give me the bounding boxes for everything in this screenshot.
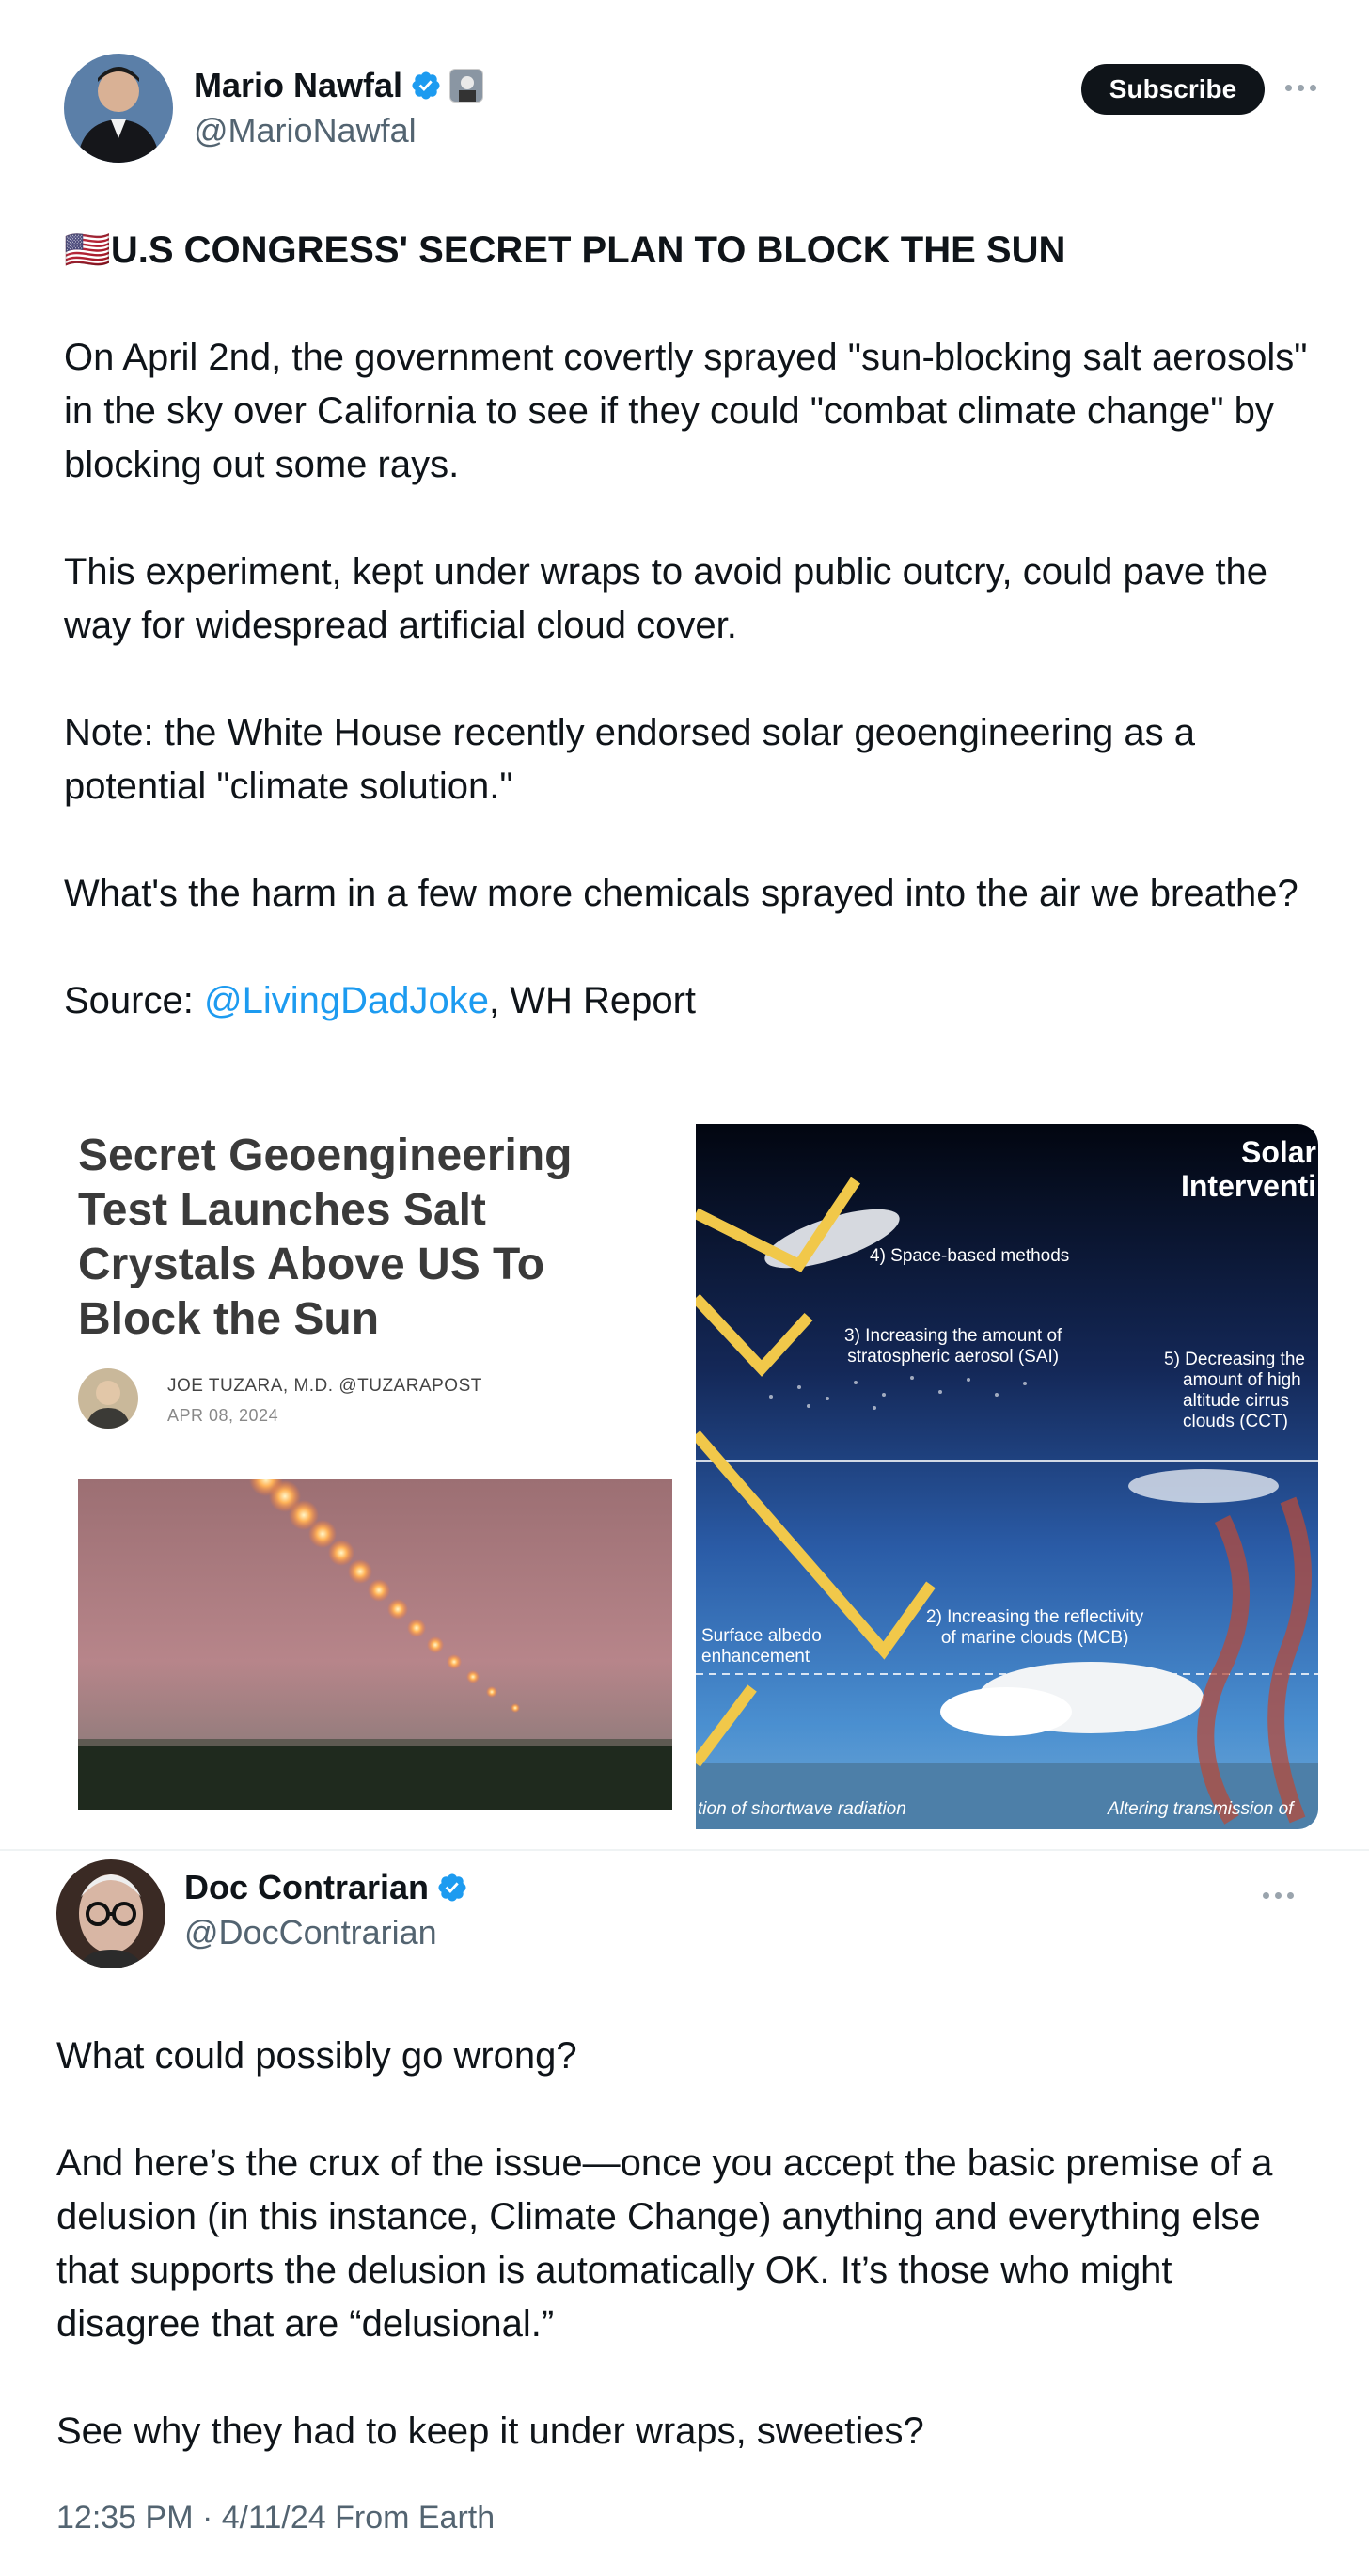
label-cct-line1: 5) Decreasing the [1164,1350,1305,1369]
label-albedo: Surface albedo enhancement [701,1626,822,1667]
avatar-mario-nawfal[interactable] [64,54,173,163]
label-space-based: 4) Space-based methods [870,1246,1070,1266]
label-cct-line3: altitude cirrus [1183,1391,1289,1411]
label-mcb-line2: of marine clouds (MCB) [940,1628,1129,1648]
media-article-screenshot[interactable]: Secret Geoengineering Test Launches Salt… [64,1124,675,1820]
label-sai-line1: 3) Increasing the amount of [844,1326,1062,1346]
label-bottom-right: Altering transmission of [1108,1799,1294,1819]
tweet-reply: Doc Contrarian @DocContrarian What could… [0,1851,1369,2576]
paragraph: What's the harm in a few more chemicals … [64,873,1298,914]
avatar-doc-contrarian[interactable] [56,1859,165,1968]
diagram-title-line1: Solar [1240,1135,1316,1169]
mention-link[interactable]: @LivingDadJoke [204,980,489,1021]
label-mcb-line1: 2) Increasing the reflectivity [926,1607,1144,1627]
author-name-row: Doc Contrarian [184,1868,468,1907]
paragraph: On April 2nd, the government covertly sp… [64,337,1308,485]
tweet-body: 🇺🇸U.S CONGRESS' SECRET PLAN TO BLOCK THE… [64,224,1324,1028]
label-cct: 5) Decreasing the amount of high altitud… [1164,1350,1305,1432]
subscribe-button[interactable]: Subscribe [1081,64,1265,115]
label-sai: 3) Increasing the amount of stratospheri… [844,1326,1062,1367]
source-prefix: Source: [64,980,204,1021]
verified-badge-icon [438,1873,466,1902]
paragraph: See why they had to keep it under wraps,… [56,2410,924,2452]
more-options-icon[interactable] [1263,1892,1294,1899]
reply-body: What could possibly go wrong? And here’s… [56,2030,1316,2458]
label-cct-line2: amount of high [1183,1370,1301,1390]
paragraph: Note: the White House recently endorsed … [64,712,1195,807]
paragraph: What could possibly go wrong? [56,2035,577,2077]
media-geoengineering-diagram[interactable]: Solar Interventi 4) Space-based methods … [696,1124,1318,1829]
us-flag-emoji: 🇺🇸 [64,229,111,271]
article-photo [78,1479,672,1810]
article-title: Secret Geoengineering Test Launches Salt… [78,1130,573,1344]
article-author: JOE TUZARA, M.D. @TUZARAPOST [167,1376,482,1396]
source-suffix: , WH Report [488,980,697,1021]
label-cct-line4: clouds (CCT) [1183,1412,1288,1431]
handle[interactable]: @MarioNawfal [194,111,417,150]
tweet-headline: 🇺🇸U.S CONGRESS' SECRET PLAN TO BLOCK THE… [64,224,1324,277]
verified-badge-icon [412,71,440,100]
diagram-title-line2: Interventi [1180,1169,1316,1203]
author-name-row: Mario Nawfal [194,66,484,105]
source-line: Source: @LivingDadJoke, WH Report [64,974,1324,1028]
diagram-title: Solar Interventi [1181,1135,1316,1203]
display-name[interactable]: Doc Contrarian [184,1868,429,1907]
tweet-timestamp[interactable]: 12:35 PM · 4/11/24 From Earth [56,2500,495,2536]
display-name[interactable]: Mario Nawfal [194,66,402,105]
handle[interactable]: @DocContrarian [184,1913,437,1952]
paragraph: And here’s the crux of the issue—once yo… [56,2142,1273,2345]
label-albedo-line1: Surface albedo [701,1626,822,1646]
label-sai-line2: stratospheric aerosol (SAI) [847,1347,1060,1367]
headline-text: U.S CONGRESS' SECRET PLAN TO BLOCK THE S… [110,229,1066,271]
affiliate-badge-icon[interactable] [449,69,484,103]
article-author-avatar [78,1368,138,1429]
label-albedo-line2: enhancement [701,1647,810,1667]
label-mcb: 2) Increasing the reflectivity of marine… [926,1607,1143,1649]
paragraph: This experiment, kept under wraps to avo… [64,551,1267,646]
more-options-icon[interactable] [1285,85,1316,91]
tweet-main: Mario Nawfal @MarioNawfal Subscribe 🇺🇸U.… [0,0,1369,1849]
article-date: APR 08, 2024 [167,1406,279,1425]
label-bottom-left: tion of shortwave radiation [698,1799,906,1819]
